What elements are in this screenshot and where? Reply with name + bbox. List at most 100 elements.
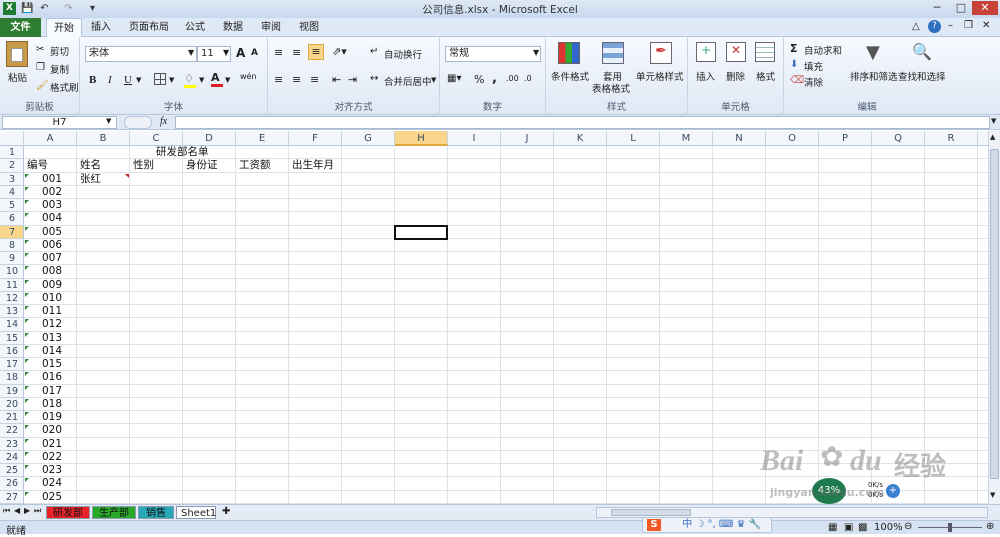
row-header[interactable]: 22 — [0, 424, 23, 438]
id-cell[interactable]: 022 — [42, 451, 62, 464]
scroll-down-icon[interactable]: ▼ — [990, 491, 995, 499]
row-header[interactable]: 14 — [0, 318, 23, 332]
id-cell[interactable]: 014 — [42, 345, 62, 358]
sheet-tab[interactable]: 销售部 — [138, 506, 174, 532]
header-cell[interactable]: 性别 — [133, 159, 154, 172]
scroll-thumb[interactable] — [990, 149, 999, 479]
sort-filter-icon[interactable]: ▼ — [866, 42, 880, 63]
zoom-in-icon[interactable]: ⊕ — [986, 521, 994, 532]
conditional-format-button[interactable]: 条件格式 — [551, 69, 589, 83]
sheet-tab[interactable]: 研发部 — [46, 506, 90, 519]
column-header[interactable]: K — [554, 131, 607, 146]
underline-button[interactable]: U — [124, 74, 132, 86]
header-cell[interactable]: 出生年月 — [292, 159, 334, 172]
decrease-decimal-icon[interactable]: .0 — [524, 74, 532, 83]
ime-moon-icon[interactable]: ☽ — [695, 519, 704, 530]
merge-dropdown-icon[interactable]: ▼ — [431, 76, 436, 84]
wrap-text-button[interactable]: 自动换行 — [384, 47, 422, 61]
id-cell[interactable]: 010 — [42, 292, 62, 305]
id-cell[interactable]: 004 — [42, 212, 62, 225]
borders-icon[interactable] — [154, 73, 166, 85]
row-header[interactable]: 6 — [0, 212, 23, 226]
select-all-corner[interactable] — [0, 131, 24, 146]
italic-button[interactable]: I — [108, 74, 112, 86]
row-header[interactable]: 5 — [0, 199, 23, 213]
formula-input[interactable] — [175, 116, 990, 129]
number-format-dropdown-icon[interactable]: ▼ — [533, 48, 539, 57]
sogou-icon[interactable]: S — [647, 519, 661, 531]
row-header[interactable]: 25 — [0, 464, 23, 478]
copy-button[interactable]: 复制 — [50, 62, 69, 76]
format-cells-button[interactable]: 格式 — [756, 69, 775, 83]
merge-center-button[interactable]: 合并后居中 — [384, 74, 432, 88]
paste-icon[interactable] — [6, 41, 28, 67]
ime-chinese-icon[interactable]: 中 — [682, 519, 692, 530]
id-cell[interactable]: 019 — [42, 411, 62, 424]
align-left-icon[interactable]: ≡ — [274, 73, 283, 86]
id-cell[interactable]: 020 — [42, 424, 62, 437]
tab-data[interactable]: 数据 — [218, 18, 248, 37]
sort-filter-button[interactable]: 排序和筛选 — [850, 69, 898, 83]
id-cell[interactable]: 002 — [42, 186, 62, 199]
column-header[interactable]: A — [24, 131, 77, 146]
borders-dropdown-icon[interactable]: ▼ — [169, 76, 174, 84]
id-cell[interactable]: 021 — [42, 438, 62, 451]
next-sheet-icon[interactable]: ▶ — [24, 506, 30, 515]
format-painter-button[interactable]: 格式刷 — [50, 80, 79, 94]
header-cell[interactable]: 身份证 — [186, 159, 218, 172]
grow-font-button[interactable]: A — [236, 46, 245, 60]
phonetic-button[interactable]: wén — [240, 72, 257, 81]
ime-keyboard-icon[interactable]: ⌨ — [719, 519, 733, 530]
column-header[interactable]: I — [448, 131, 501, 146]
column-header[interactable]: G — [342, 131, 395, 146]
font-color-icon[interactable]: A — [211, 71, 223, 87]
font-name-combo[interactable]: 宋体 — [85, 46, 197, 62]
paste-button[interactable]: 粘贴 — [8, 70, 27, 84]
id-cell[interactable]: 005 — [42, 226, 62, 239]
id-cell[interactable]: 006 — [42, 239, 62, 252]
number-format-combo[interactable]: 常规 — [445, 46, 541, 62]
page-layout-view-icon[interactable]: ▣ — [844, 522, 853, 533]
column-header[interactable]: N — [713, 131, 766, 146]
last-sheet-icon[interactable]: ⏭ — [34, 506, 41, 516]
help-icon[interactable]: ? — [928, 20, 941, 33]
decrease-indent-icon[interactable]: ⇤ — [332, 73, 341, 86]
align-bottom-icon[interactable]: ≡ — [308, 44, 324, 60]
row-header[interactable]: 24 — [0, 451, 23, 464]
id-cell[interactable]: 016 — [42, 371, 62, 384]
bold-button[interactable]: B — [89, 74, 96, 86]
row-header[interactable]: 9 — [0, 252, 23, 266]
tab-view[interactable]: 视图 — [294, 18, 324, 37]
tab-page-layout[interactable]: 页面布局 — [124, 18, 174, 37]
header-cell[interactable]: 编号 — [27, 159, 48, 172]
ime-punct-icon[interactable]: °, — [708, 519, 716, 530]
increase-indent-icon[interactable]: ⇥ — [348, 73, 357, 86]
scroll-up-icon[interactable]: ▲ — [990, 133, 995, 141]
accounting-format-icon[interactable]: ▦▾ — [447, 73, 461, 84]
minimize-ribbon-icon[interactable]: △ — [912, 21, 920, 32]
insert-cells-icon[interactable]: + — [696, 42, 716, 62]
comma-button[interactable]: , — [492, 71, 497, 86]
cell-styles-button[interactable]: 单元格样式 — [636, 69, 684, 83]
column-header[interactable]: L — [607, 131, 660, 146]
row-header[interactable]: 26 — [0, 477, 23, 491]
clear-button[interactable]: 清除 — [804, 75, 823, 89]
fill-color-dropdown-icon[interactable]: ▼ — [199, 76, 204, 84]
tab-home[interactable]: 开始 — [46, 18, 82, 38]
id-cell[interactable]: 011 — [42, 305, 62, 318]
delete-cells-icon[interactable]: ✕ — [726, 42, 746, 62]
first-sheet-icon[interactable]: ⏮ — [3, 506, 10, 516]
tab-formulas[interactable]: 公式 — [180, 18, 210, 37]
ime-toolbar[interactable]: S 中 ☽ °, ⌨ ♛ 🔧 — [642, 517, 772, 533]
align-right-icon[interactable]: ≡ — [310, 73, 319, 86]
copy-icon[interactable]: ❐ — [36, 62, 45, 73]
sheet-title-cell[interactable]: 研发部名单 — [156, 146, 209, 159]
name-box-dropdown-icon[interactable]: ▼ — [106, 117, 111, 125]
zoom-slider[interactable] — [918, 523, 982, 532]
autosum-button[interactable]: 自动求和 — [804, 43, 842, 57]
column-header[interactable]: H — [395, 131, 448, 146]
id-cell[interactable]: 009 — [42, 279, 62, 292]
conditional-format-icon[interactable] — [558, 42, 580, 64]
column-header[interactable]: O — [766, 131, 819, 146]
header-cell[interactable]: 工资额 — [239, 159, 271, 172]
